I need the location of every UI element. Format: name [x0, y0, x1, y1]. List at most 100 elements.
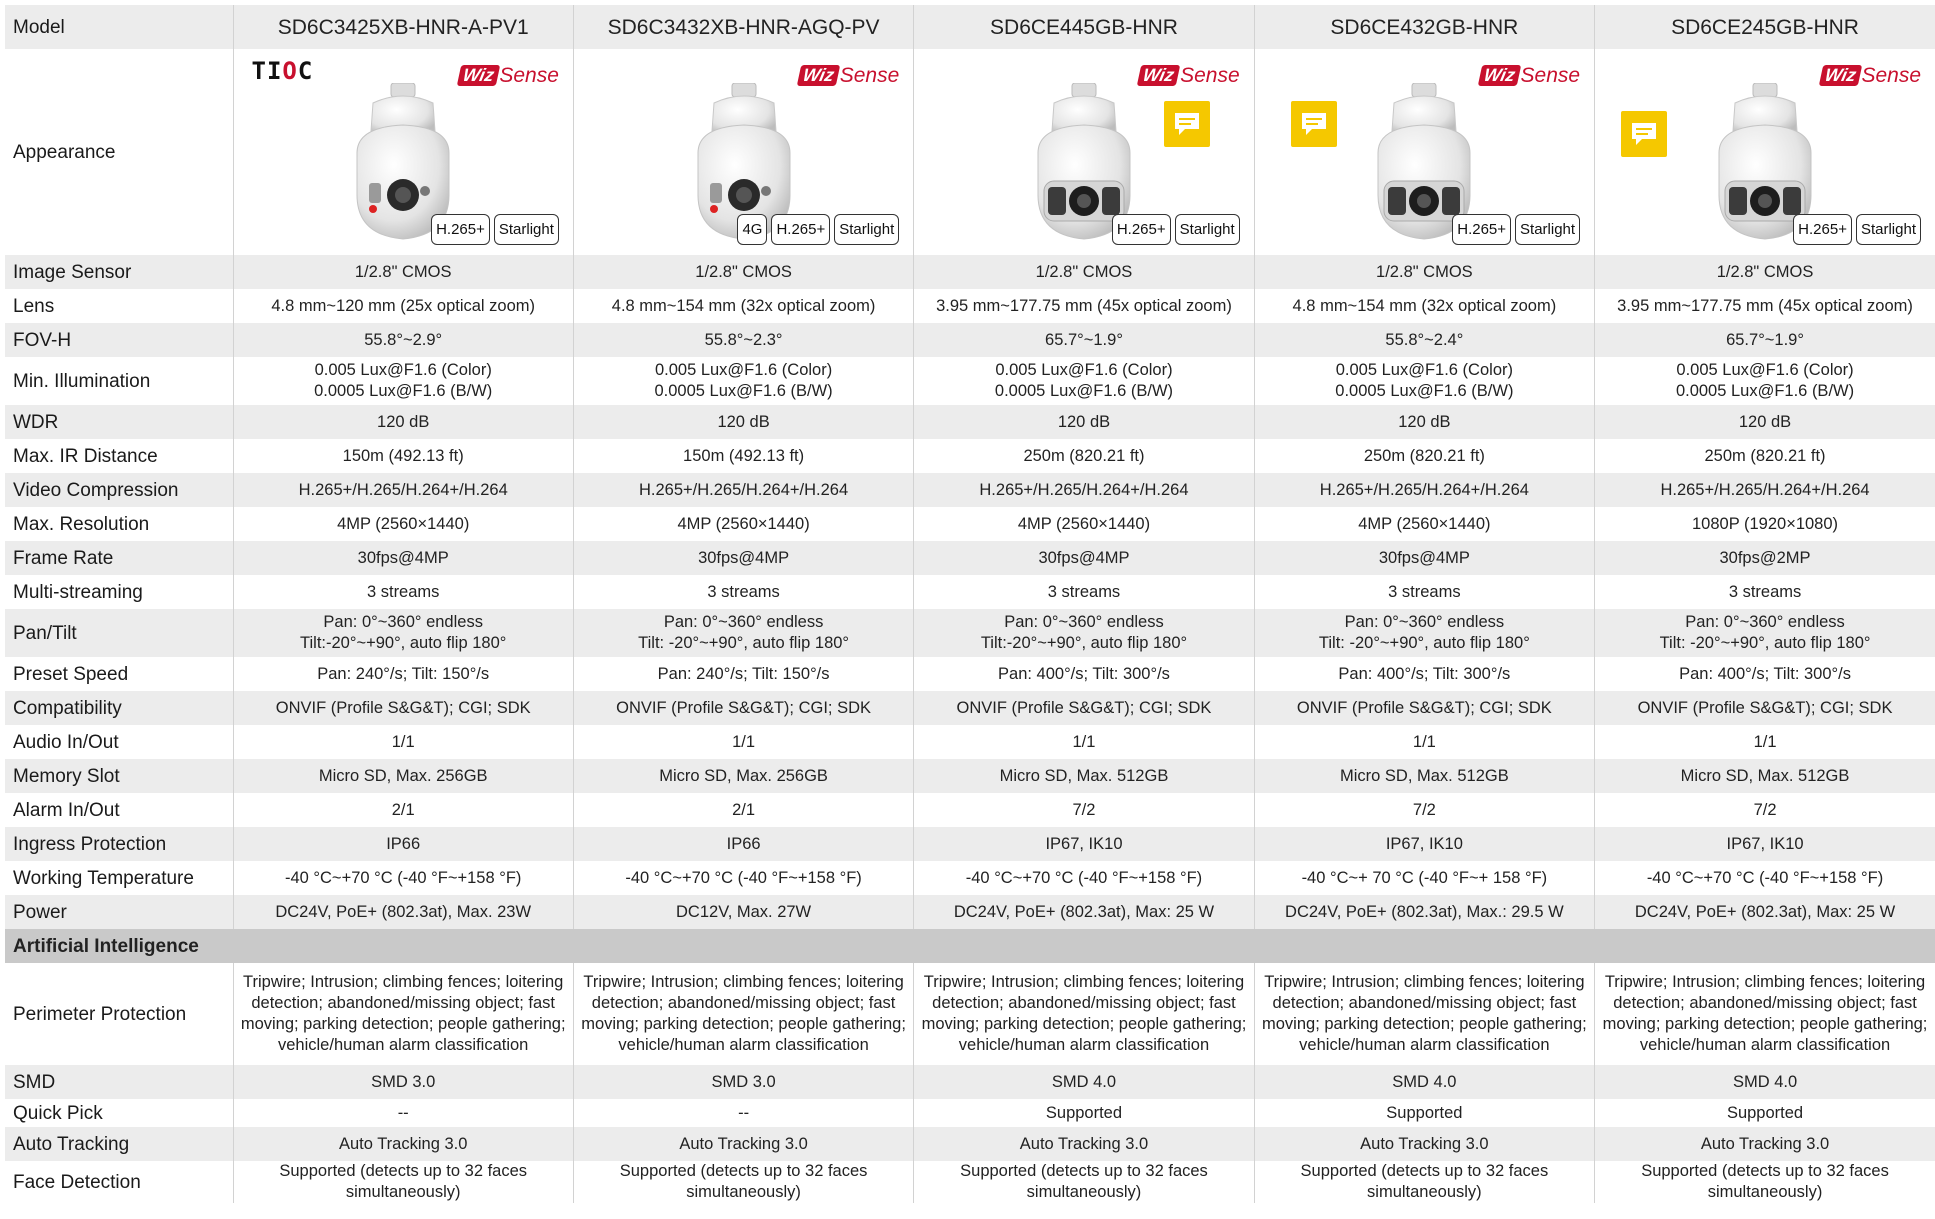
appearance-cell: TIOC Wiz Sense H.265+ Starlight	[232, 49, 574, 255]
feature-badge: H.265+	[1111, 214, 1171, 245]
spec-value: Pan: 0°~360° endless Tilt:-20°~+90°, auto…	[232, 609, 574, 657]
comment-icon[interactable]	[1164, 101, 1211, 147]
spec-label: Multi-streaming	[5, 575, 233, 609]
spec-value: 4MP (2560×1440)	[913, 507, 1255, 541]
spec-value: 0.005 Lux@F1.6 (Color) 0.0005 Lux@F1.6 (B…	[232, 357, 574, 405]
appearance-label: Appearance	[5, 49, 233, 255]
spec-value: Auto Tracking 3.0	[232, 1127, 574, 1161]
spec-value: 120 dB	[232, 405, 574, 439]
spec-value: 150m (492.13 ft)	[572, 439, 914, 473]
spec-label: Face Detection	[5, 1161, 233, 1203]
spec-value: 3 streams	[232, 575, 574, 609]
spec-value: DC24V, PoE+ (802.3at), Max. 23W	[232, 895, 574, 929]
spec-row-auto-tracking: Auto Tracking Auto Tracking 3.0 Auto Track…	[5, 1127, 1935, 1161]
spec-value: IP66	[572, 827, 914, 861]
spec-value: Pan: 400°/s; Tilt: 300°/s	[913, 657, 1255, 691]
spec-label: WDR	[5, 405, 233, 439]
feature-badges: H.265+ Starlight	[1452, 214, 1581, 245]
spec-value: 250m (820.21 ft)	[1594, 439, 1935, 473]
spec-value: Pan: 240°/s; Tilt: 150°/s	[232, 657, 574, 691]
spec-value: SMD 3.0	[572, 1065, 914, 1099]
spec-value: 4.8 mm~120 mm (25x optical zoom)	[232, 289, 574, 323]
comment-icon[interactable]	[1621, 111, 1668, 157]
spec-value: Auto Tracking 3.0	[1594, 1127, 1935, 1161]
spec-label: Auto Tracking	[5, 1127, 233, 1161]
spec-value: Pan: 400°/s; Tilt: 300°/s	[1594, 657, 1935, 691]
spec-value: 1/2.8" CMOS	[232, 255, 574, 289]
model-name: SD6CE445GB-HNR	[913, 5, 1255, 49]
wizsense-logo: Wiz Sense	[1477, 63, 1580, 87]
spec-value: Pan: 240°/s; Tilt: 150°/s	[572, 657, 914, 691]
spec-value: 55.8°~2.9°	[232, 323, 574, 357]
comment-icon[interactable]	[1290, 101, 1337, 147]
spec-value: Tripwire; Intrusion; climbing fences; lo…	[572, 963, 914, 1065]
spec-value: 250m (820.21 ft)	[1253, 439, 1595, 473]
spec-row-min-illumination: Min. Illumination 0.005 Lux@F1.6 (Color) 0…	[5, 357, 1935, 405]
feature-badge: H.265+	[1452, 214, 1512, 245]
spec-value: 30fps@4MP	[572, 541, 914, 575]
spec-value: Supported	[913, 1099, 1255, 1127]
spec-row-audio-in-out: Audio In/Out 1/1 1/1 1/1 1/1 1/1	[5, 725, 1935, 759]
spec-label: Ingress Protection	[5, 827, 233, 861]
feature-badge: H.265+	[771, 214, 831, 245]
spec-label: Frame Rate	[5, 541, 233, 575]
spec-value: 55.8°~2.4°	[1253, 323, 1595, 357]
spec-row-quick-pick: Quick Pick -- -- Supported Supported Supporte…	[5, 1099, 1935, 1127]
spec-value: DC12V, Max. 27W	[572, 895, 914, 929]
appearance-cell: Wiz Sense H.265+ Starlight	[1253, 49, 1595, 255]
spec-value: 1/1	[572, 725, 914, 759]
feature-badge: Starlight	[493, 214, 559, 245]
spec-row-perimeter-protection: Perimeter Protection Tripwire; Intrusion;…	[5, 963, 1935, 1065]
spec-row-max-ir-distance: Max. IR Distance 150m (492.13 ft) 150m (49…	[5, 439, 1935, 473]
spec-value: Supported (detects up to 32 faces simult…	[572, 1161, 914, 1203]
spec-label: Working Temperature	[5, 861, 233, 895]
spec-value: H.265+/H.265/H.264+/H.264	[572, 473, 914, 507]
spec-value: 1/2.8" CMOS	[572, 255, 914, 289]
spec-row-face-detection: Face Detection Supported (detects up to 3…	[5, 1161, 1935, 1203]
spec-value: H.265+/H.265/H.264+/H.264	[1594, 473, 1935, 507]
spec-value: 0.005 Lux@F1.6 (Color) 0.0005 Lux@F1.6 (B…	[572, 357, 914, 405]
spec-value: ONVIF (Profile S&G&T); CGI; SDK	[232, 691, 574, 725]
spec-value: Tripwire; Intrusion; climbing fences; lo…	[1594, 963, 1935, 1065]
wizsense-logo: Wiz Sense	[456, 63, 559, 87]
feature-badge: H.265+	[1793, 214, 1852, 245]
spec-value: 4.8 mm~154 mm (32x optical zoom)	[572, 289, 914, 323]
spec-row-preset-speed: Preset Speed Pan: 240°/s; Tilt: 150°/s Pan…	[5, 657, 1935, 691]
spec-value: 3 streams	[572, 575, 914, 609]
feature-badge: Starlight	[1855, 214, 1921, 245]
spec-value: Auto Tracking 3.0	[1253, 1127, 1595, 1161]
spec-value: SMD 4.0	[1253, 1065, 1595, 1099]
feature-badge: H.265+	[431, 214, 490, 245]
spec-value: 7/2	[1253, 793, 1595, 827]
spec-label: Power	[5, 895, 233, 929]
spec-value: Micro SD, Max. 512GB	[913, 759, 1255, 793]
spec-value: 65.7°~1.9°	[1594, 323, 1935, 357]
spec-label: Max. Resolution	[5, 507, 233, 541]
wizsense-logo: Wiz Sense	[796, 63, 899, 87]
wizsense-logo: Wiz Sense	[1818, 63, 1921, 87]
spec-value: 0.005 Lux@F1.6 (Color) 0.0005 Lux@F1.6 (B…	[1253, 357, 1595, 405]
spec-row-lens: Lens 4.8 mm~120 mm (25x optical zoom) 4.8 …	[5, 289, 1935, 323]
feature-badge: Starlight	[834, 214, 900, 245]
spec-label: Memory Slot	[5, 759, 233, 793]
spec-value: 1/2.8" CMOS	[1594, 255, 1935, 289]
spec-value: 3.95 mm~177.75 mm (45x optical zoom)	[1594, 289, 1935, 323]
appearance-cell: Wiz Sense 4G H.265+ Starlight	[572, 49, 914, 255]
spec-value: 55.8°~2.3°	[572, 323, 914, 357]
spec-label: Image Sensor	[5, 255, 233, 289]
spec-value: SMD 4.0	[913, 1065, 1255, 1099]
spec-row-smd: SMD SMD 3.0 SMD 3.0 SMD 4.0 SMD 4.0 SMD 4.0	[5, 1065, 1935, 1099]
spec-value: 120 dB	[572, 405, 914, 439]
spec-value: 1/2.8" CMOS	[1253, 255, 1595, 289]
spec-value: Pan: 0°~360° endless Tilt:-20°~+90°, auto…	[913, 609, 1255, 657]
spec-value: IP67, IK10	[1253, 827, 1595, 861]
spec-label: Video Compression	[5, 473, 233, 507]
spec-label: Max. IR Distance	[5, 439, 233, 473]
spec-value: 120 dB	[1253, 405, 1595, 439]
spec-value: 120 dB	[913, 405, 1255, 439]
spec-value: SMD 3.0	[232, 1065, 574, 1099]
spec-value: Pan: 400°/s; Tilt: 300°/s	[1253, 657, 1595, 691]
feature-badges: H.265+ Starlight	[1111, 214, 1240, 245]
spec-value: 30fps@4MP	[232, 541, 574, 575]
spec-value: 30fps@4MP	[1253, 541, 1595, 575]
